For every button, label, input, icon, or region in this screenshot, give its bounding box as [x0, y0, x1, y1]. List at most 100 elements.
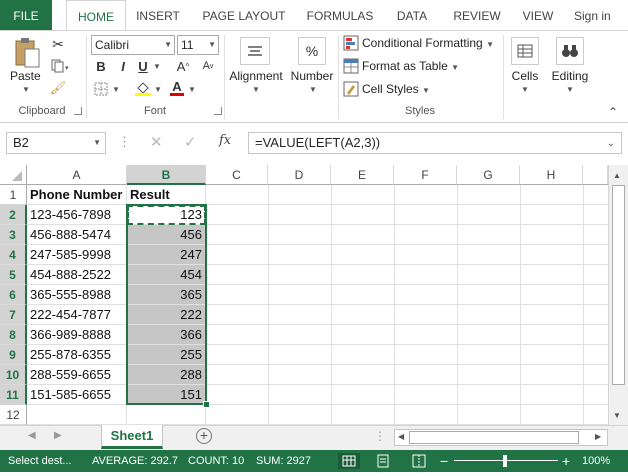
cells-dropdown-icon[interactable]: ▼	[521, 85, 529, 94]
row-header[interactable]: 7	[0, 305, 27, 325]
tab-insert[interactable]: INSERT	[130, 0, 186, 30]
column-header[interactable]: F	[394, 165, 457, 185]
row-header[interactable]: 6	[0, 285, 27, 305]
tab-page-layout[interactable]: PAGE LAYOUT	[198, 0, 290, 30]
scroll-left-icon[interactable]: ◀	[28, 430, 36, 441]
borders-dropdown-icon[interactable]: ▼	[112, 85, 120, 94]
zoom-in-icon[interactable]: +	[562, 450, 570, 472]
binoculars-icon[interactable]	[556, 37, 584, 65]
row-header[interactable]: 2	[0, 205, 27, 225]
cell-b2[interactable]: 123	[127, 205, 206, 225]
horizontal-scroll-thumb[interactable]	[409, 431, 579, 444]
enter-check-icon[interactable]: ✓	[184, 133, 197, 151]
format-painter-icon[interactable]: 🖌	[48, 79, 68, 97]
tab-data[interactable]: DATA	[390, 0, 434, 30]
normal-view-icon[interactable]	[338, 453, 360, 469]
vertical-scrollbar[interactable]: ▲ ▼	[608, 165, 628, 425]
tab-home[interactable]: HOME	[66, 0, 126, 30]
cell-b10[interactable]: 288	[127, 365, 206, 385]
insert-function-icon[interactable]: fx	[219, 133, 231, 148]
cell-b9[interactable]: 255	[127, 345, 206, 365]
cell-b8[interactable]: 366	[127, 325, 206, 345]
alignment-icon[interactable]	[240, 37, 270, 65]
scroll-up-icon[interactable]: ▲	[613, 171, 621, 180]
sheet-tab[interactable]: Sheet1	[101, 425, 163, 449]
fill-color-dropdown-icon[interactable]: ▼	[154, 85, 162, 94]
editing-dropdown-icon[interactable]: ▼	[566, 85, 574, 94]
row-header[interactable]: 5	[0, 265, 27, 285]
page-layout-view-icon[interactable]	[376, 453, 392, 469]
column-header[interactable]: D	[268, 165, 331, 185]
editing-button-label[interactable]: Editing	[546, 69, 594, 83]
number-format-icon[interactable]: %	[298, 37, 326, 65]
alignment-button-label[interactable]: Alignment	[227, 69, 285, 83]
cell-b1[interactable]: Result	[127, 185, 206, 205]
cell-b4[interactable]: 247	[127, 245, 206, 265]
column-header[interactable]: E	[331, 165, 394, 185]
font-color-icon[interactable]: A	[168, 79, 186, 97]
cell-a4[interactable]: 247-585-9998	[27, 245, 127, 265]
alignment-dropdown-icon[interactable]: ▼	[252, 85, 260, 94]
grow-font-button[interactable]: A ^	[175, 58, 191, 74]
new-sheet-icon[interactable]: +	[196, 428, 212, 444]
cells-icon[interactable]	[511, 37, 539, 65]
row-header[interactable]: 3	[0, 225, 27, 245]
cell-a12[interactable]	[27, 405, 127, 425]
empty-cells-area[interactable]	[206, 185, 608, 425]
bold-button[interactable]: B	[93, 58, 109, 74]
collapse-ribbon-icon[interactable]: ⌃	[608, 105, 618, 119]
formula-input[interactable]: =VALUE(LEFT(A2,3)) ⌄	[248, 132, 622, 154]
zoom-level[interactable]: 100%	[582, 450, 610, 472]
row-header[interactable]: 8	[0, 325, 27, 345]
column-header[interactable]: H	[520, 165, 583, 185]
cut-icon[interactable]: ✂	[48, 35, 68, 53]
cell-a7[interactable]: 222-454-7877	[27, 305, 127, 325]
font-launcher-icon[interactable]	[214, 107, 222, 115]
number-dropdown-icon[interactable]: ▼	[309, 85, 317, 94]
cell-b3[interactable]: 456	[127, 225, 206, 245]
row-header[interactable]: 9	[0, 345, 27, 365]
tab-review[interactable]: REVIEW	[448, 0, 506, 30]
row-header[interactable]: 12	[0, 405, 27, 425]
cell-a10[interactable]: 288-559-6655	[27, 365, 127, 385]
cell-b6[interactable]: 365	[127, 285, 206, 305]
scroll-right-icon[interactable]: ▶	[54, 430, 62, 441]
name-box[interactable]: B2 ▼	[6, 132, 106, 154]
paste-dropdown-icon[interactable]: ▼	[22, 85, 30, 94]
font-color-dropdown-icon[interactable]: ▼	[188, 85, 196, 94]
cell-b7[interactable]: 222	[127, 305, 206, 325]
cell-b5[interactable]: 454	[127, 265, 206, 285]
scroll-left-icon[interactable]: ◀	[398, 432, 404, 441]
scroll-down-icon[interactable]: ▼	[613, 411, 621, 420]
cell-a8[interactable]: 366-989-8888	[27, 325, 127, 345]
cell-styles-button[interactable]: Cell Styles ▼	[362, 82, 430, 96]
font-name-dropdown[interactable]: Calibri ▼	[91, 35, 175, 55]
select-all-corner[interactable]	[0, 165, 27, 185]
copy-icon[interactable]: ▾	[48, 57, 74, 75]
number-button-label[interactable]: Number	[287, 69, 337, 83]
tab-formulas[interactable]: FORMULAS	[302, 0, 378, 30]
cell-b11[interactable]: 151	[127, 385, 206, 405]
row-header[interactable]: 10	[0, 365, 27, 385]
column-header[interactable]: C	[206, 165, 268, 185]
page-break-preview-icon[interactable]	[412, 453, 428, 469]
shrink-font-button[interactable]: Av	[200, 58, 216, 74]
column-header[interactable]: B	[127, 165, 206, 185]
tab-file[interactable]: FILE	[0, 0, 52, 30]
italic-button[interactable]: I	[115, 58, 131, 74]
cell-a5[interactable]: 454-888-2522	[27, 265, 127, 285]
conditional-formatting-button[interactable]: Conditional Formatting ▼	[362, 36, 494, 50]
row-header[interactable]: 11	[0, 385, 27, 405]
font-size-dropdown[interactable]: 11 ▼	[177, 35, 219, 55]
cells-button-label[interactable]: Cells	[506, 69, 544, 83]
zoom-out-icon[interactable]: −	[440, 450, 448, 472]
fill-color-icon[interactable]	[134, 79, 152, 97]
sign-in-link[interactable]: Sign in	[574, 0, 624, 30]
clipboard-launcher-icon[interactable]	[74, 107, 82, 115]
cell-b12[interactable]	[127, 405, 206, 425]
horizontal-scrollbar[interactable]: ◀ ▶	[394, 429, 608, 446]
splitter-grip-icon[interactable]: ⋮	[374, 429, 386, 443]
format-as-table-button[interactable]: Format as Table ▼	[362, 59, 459, 73]
column-header[interactable]: G	[457, 165, 520, 185]
cancel-icon[interactable]: ✕	[150, 133, 163, 151]
